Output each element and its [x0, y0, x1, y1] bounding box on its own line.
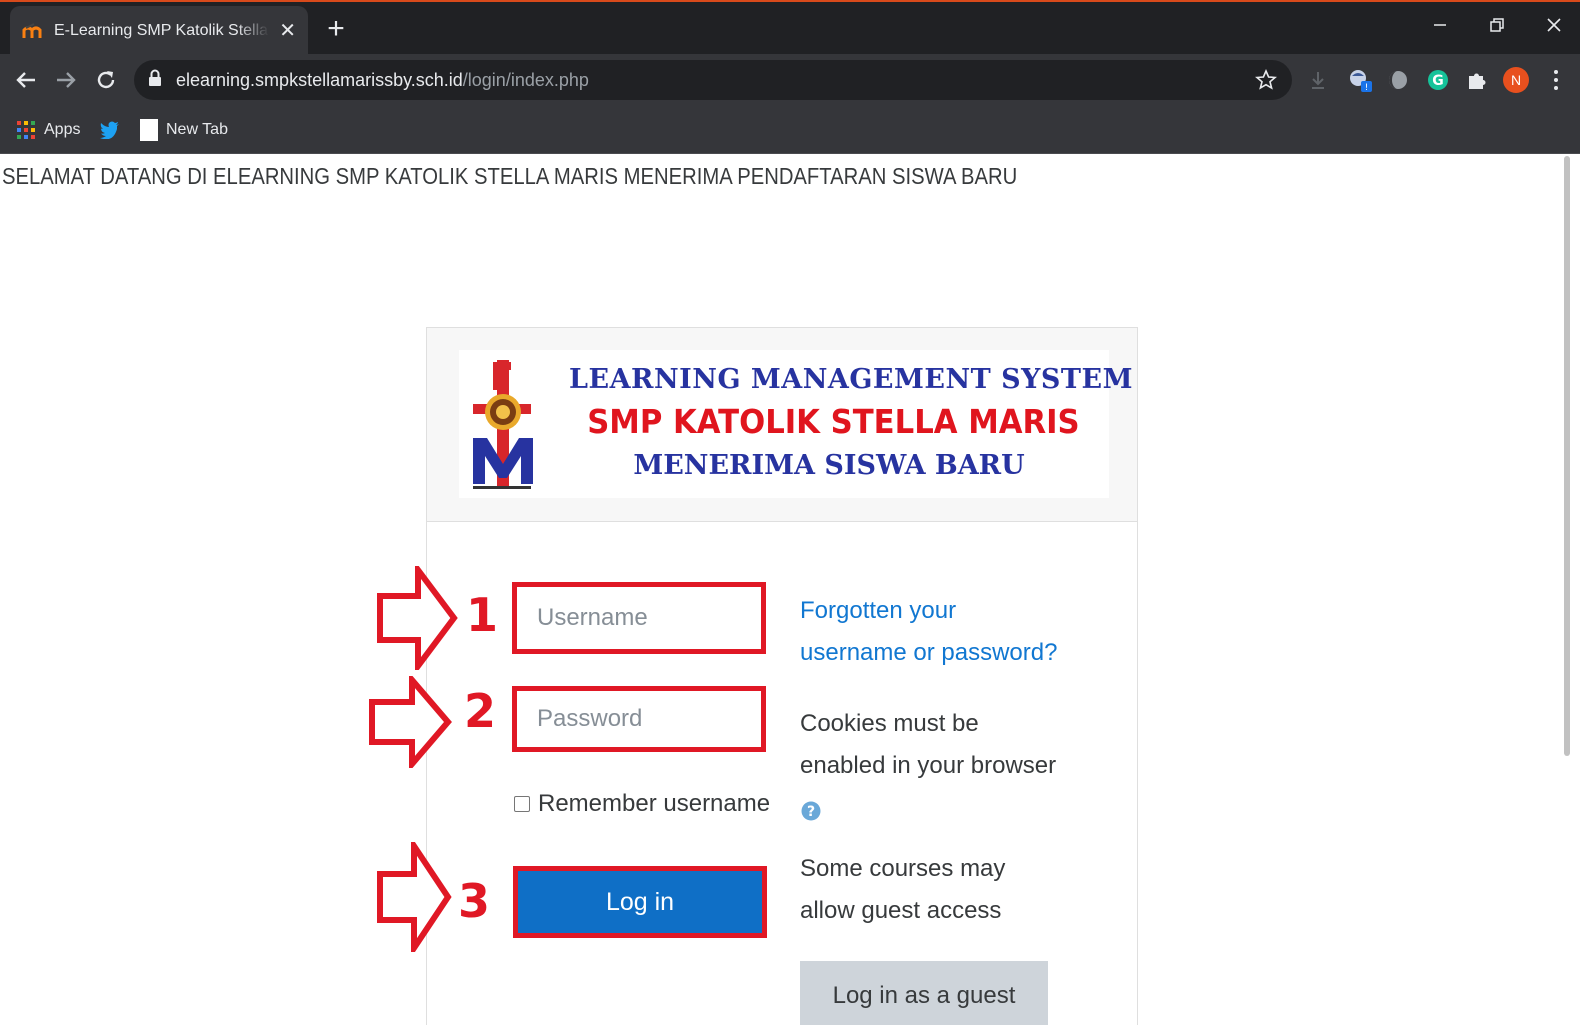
moodle-favicon-icon [22, 20, 44, 42]
address-bar[interactable]: elearning.smpkstellamarissby.sch.id/logi… [134, 60, 1292, 100]
svg-text:?: ? [807, 804, 815, 820]
guest-login-button[interactable]: Log in as a guest [800, 961, 1048, 1025]
bookmark-apps[interactable]: Apps [16, 116, 80, 144]
page-scrollbar[interactable] [1564, 156, 1570, 756]
minimize-icon[interactable] [1420, 10, 1460, 40]
banner-title-line2: SMP KATOLIK STELLA MARIS [587, 402, 1080, 441]
browser-tab-active[interactable]: E-Learning SMP Katolik Stella Maris ✕ [10, 6, 308, 56]
page-icon [140, 119, 158, 141]
forgot-line2[interactable]: username or password? [800, 632, 1070, 674]
bookmark-twitter[interactable] [100, 116, 120, 144]
username-field[interactable] [512, 582, 766, 654]
step-number-2: 2 [464, 684, 497, 738]
tab-title: E-Learning SMP Katolik Stella Maris [54, 22, 269, 39]
banner-title-line3: MENERIMA SISWA BARU [633, 450, 1025, 481]
restore-icon[interactable] [1477, 10, 1517, 40]
welcome-marquee-text: SELAMAT DATANG DI ELEARNING SMP KATOLIK … [2, 163, 1018, 189]
profile-initial: N [1510, 72, 1522, 88]
username-input[interactable] [537, 604, 741, 632]
bookmarks-bar: Apps New Tab [0, 106, 1580, 154]
svg-text:!: ! [1365, 83, 1369, 93]
help-question-icon[interactable]: ? [801, 801, 821, 821]
extensions-puzzle-icon[interactable] [1463, 66, 1491, 94]
close-window-icon[interactable] [1534, 10, 1574, 40]
forgot-password-link[interactable]: Forgotten your username or password? [800, 590, 1070, 674]
url-host: elearning.smpkstellamarissby.sch.id [176, 69, 463, 90]
tab-close-icon[interactable]: ✕ [279, 21, 296, 41]
bookmark-new-tab[interactable]: New Tab [140, 116, 228, 144]
banner-title-line1: LEARNING MANAGEMENT SYSTEM [569, 364, 1133, 395]
svg-text:G: G [1432, 73, 1444, 89]
cookies-line1: Cookies must be [800, 710, 979, 737]
apps-grid-icon [17, 121, 35, 139]
reload-icon[interactable] [90, 64, 122, 96]
remember-username-label: Remember username [538, 790, 771, 817]
school-logo-icon [473, 360, 533, 489]
dark-mode-extension-icon[interactable] [1384, 66, 1412, 94]
browser-menu-icon[interactable] [1542, 66, 1570, 94]
step-number-3: 3 [458, 874, 491, 928]
forgot-line1[interactable]: Forgotten your [800, 590, 1070, 632]
annotation-arrow-1-icon [377, 566, 458, 670]
profile-avatar[interactable]: N [1502, 66, 1530, 94]
grammarly-icon[interactable]: G [1424, 66, 1452, 94]
bookmark-star-icon[interactable] [1254, 68, 1278, 92]
twitter-icon [100, 121, 119, 139]
step-number-1: 1 [466, 588, 499, 642]
cookies-line2: enabled in your browser [800, 752, 1057, 779]
bookmark-apps-label: Apps [44, 121, 81, 138]
lock-icon[interactable] [148, 69, 162, 92]
annotation-arrow-2-icon [369, 676, 452, 768]
extension-badge-icon[interactable]: ! [1346, 66, 1374, 94]
bookmark-new-tab-label: New Tab [166, 121, 228, 138]
remember-username-row[interactable]: Remember username [514, 790, 770, 818]
login-button[interactable]: Log in [513, 866, 767, 938]
url-path: /login/index.php [462, 69, 589, 90]
url-text: elearning.smpkstellamarissby.sch.id/logi… [176, 70, 589, 91]
browser-title-bar: E-Learning SMP Katolik Stella Maris ✕ + [0, 0, 1580, 56]
password-field[interactable] [512, 686, 766, 752]
login-card-header: LEARNING MANAGEMENT SYSTEM SMP KATOLIK S… [427, 328, 1137, 522]
download-icon[interactable] [1304, 66, 1332, 94]
guest-line1: Some courses may [800, 855, 1006, 882]
password-input[interactable] [537, 705, 741, 733]
forward-arrow-icon[interactable] [50, 64, 82, 96]
browser-toolbar: elearning.smpkstellamarissby.sch.id/logi… [0, 54, 1580, 106]
remember-username-checkbox[interactable] [514, 796, 530, 812]
guest-access-notice: Some courses may allow guest access [800, 848, 1070, 932]
guest-line2: allow guest access [800, 897, 1002, 924]
new-tab-button[interactable]: + [322, 12, 350, 46]
back-arrow-icon[interactable] [10, 64, 42, 96]
annotation-arrow-3-icon [377, 842, 452, 952]
school-banner: LEARNING MANAGEMENT SYSTEM SMP KATOLIK S… [459, 350, 1133, 498]
cookies-notice: Cookies must be enabled in your browser [800, 703, 1070, 787]
